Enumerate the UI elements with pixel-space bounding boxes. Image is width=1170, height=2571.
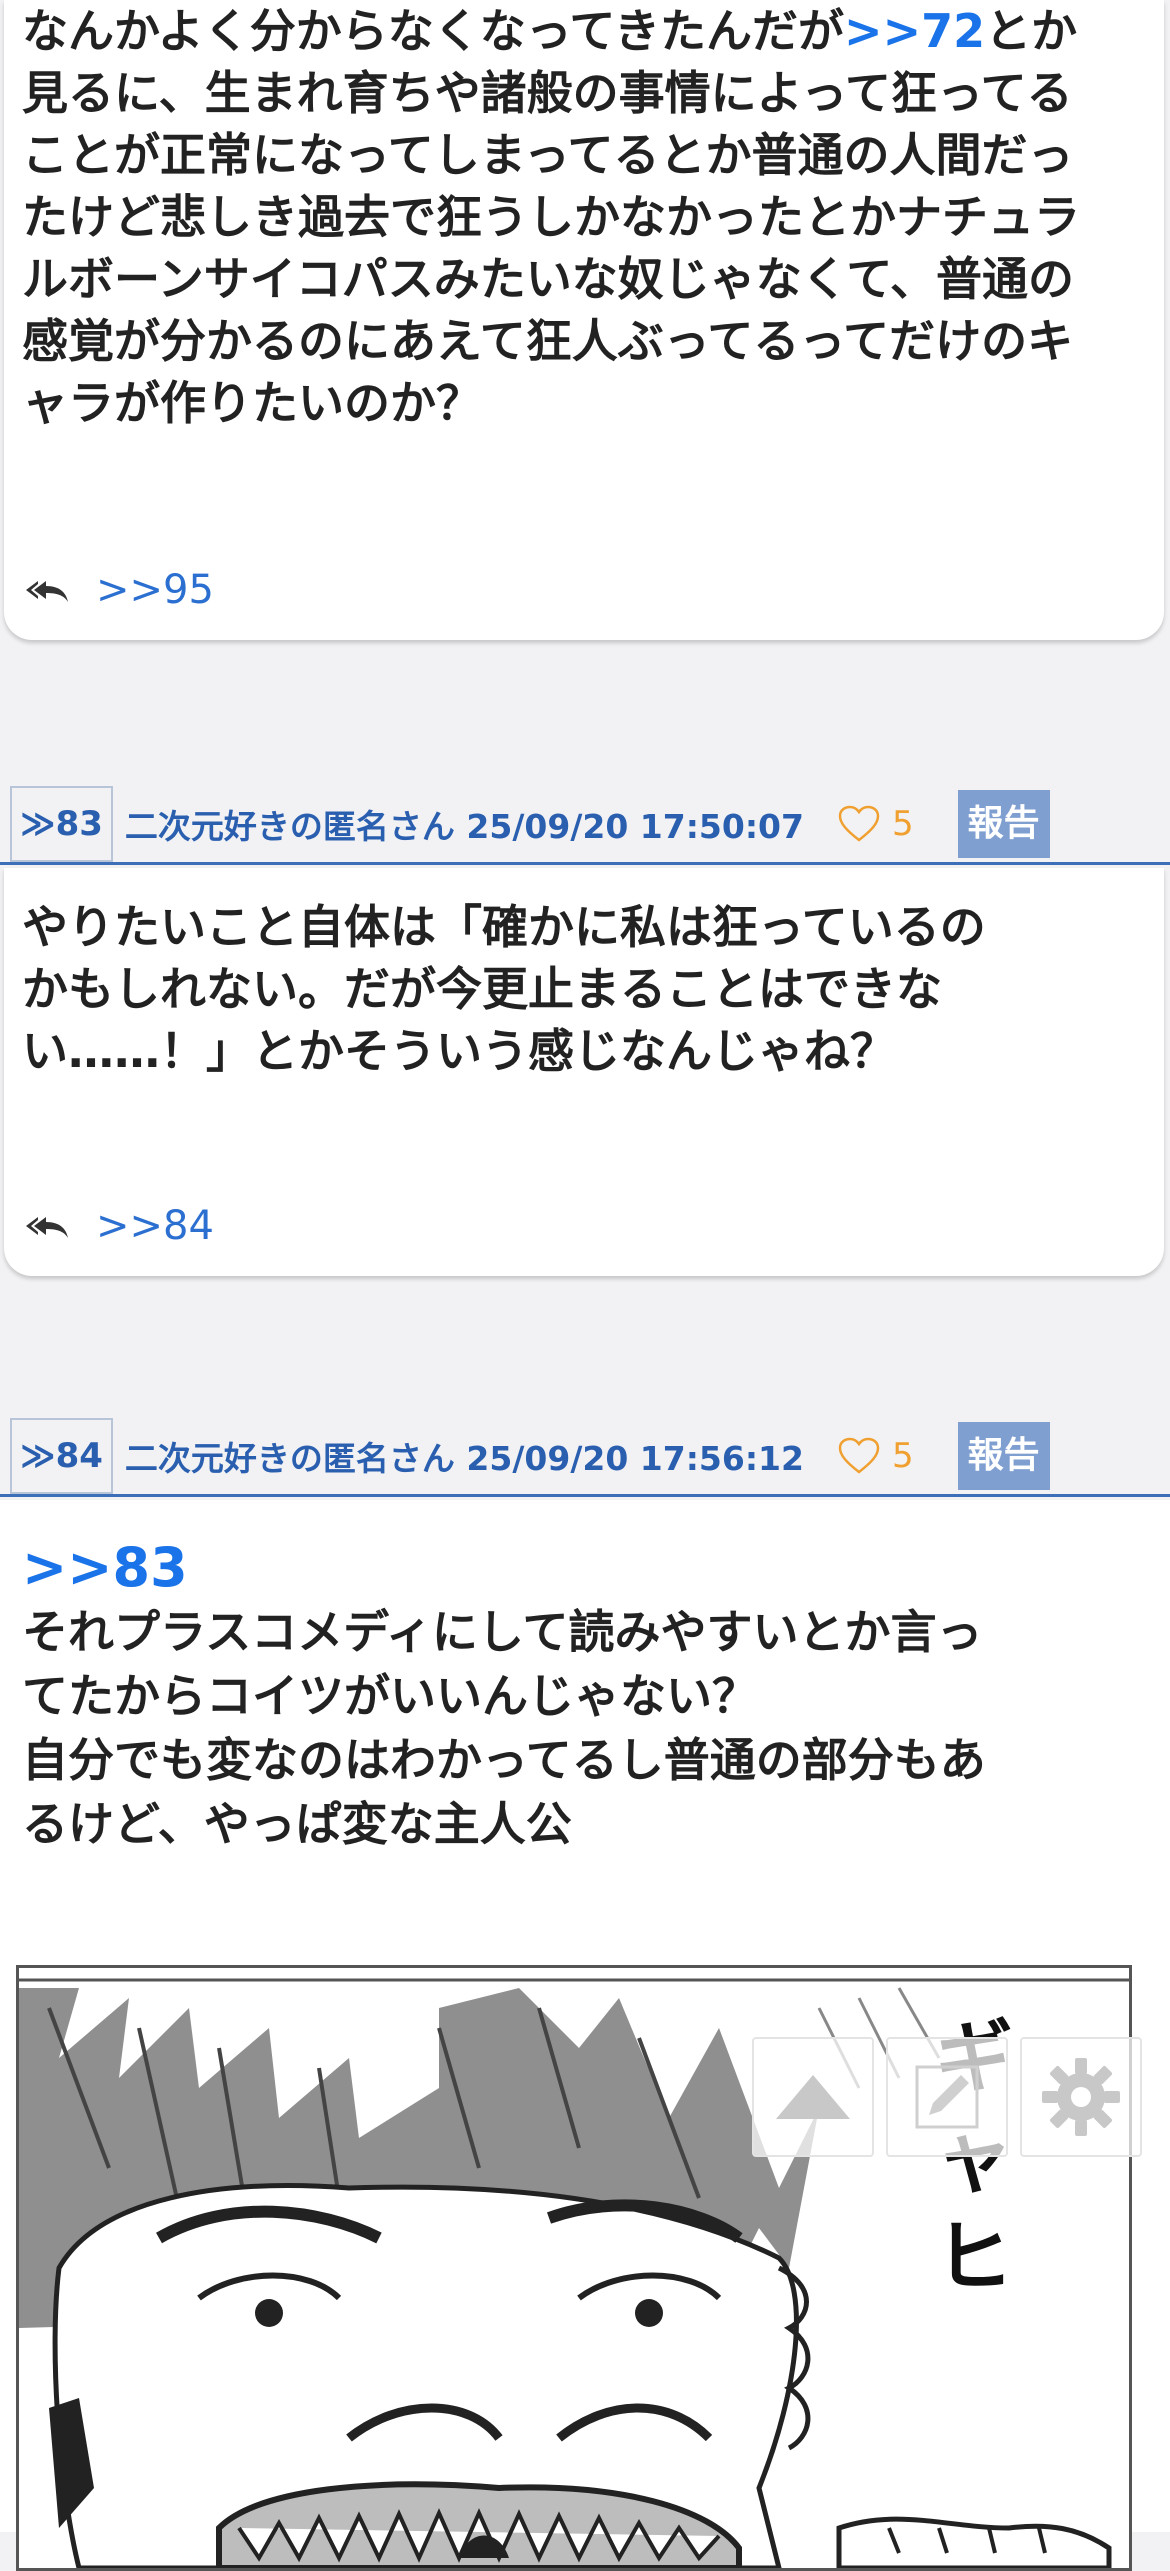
reply-all-icon — [26, 581, 68, 602]
like-button[interactable]: 5 — [838, 1436, 914, 1476]
like-count: 5 — [891, 804, 914, 844]
report-button[interactable]: 報告 — [957, 1422, 1050, 1490]
post-body: それプラスコメディにして読みやすいとか言っ てたからコイツがいいんじゃない？ 自… — [22, 1605, 986, 1851]
edit-icon — [915, 2065, 979, 2129]
post-meta: 二次元好きの匿名さん 25/09/20 17:50:07 — [124, 807, 804, 846]
scroll-top-icon — [776, 2075, 850, 2119]
post-body: なんかよく分からなくなってきたんだが>>72とか 見るに、生まれ育ちや諸般の事情… — [22, 4, 1080, 430]
anchor-link[interactable]: >>83 — [22, 1536, 1150, 1600]
report-button[interactable]: 報告 — [957, 790, 1050, 858]
reply-row: >>84 — [4, 1196, 214, 1256]
post-number[interactable]: ≫83 — [10, 786, 113, 862]
edit-button[interactable] — [886, 2037, 1008, 2157]
post-header-84: ≫84 二次元好きの匿名さん 25/09/20 17:56:12 5 報告 — [0, 1418, 1170, 1497]
post-body: やりたいこと自体は「確かに私は狂っているの かもしれない。だが今更止まることはで… — [22, 900, 986, 1078]
reply-link[interactable]: >>84 — [96, 1203, 214, 1249]
settings-button[interactable] — [1020, 2037, 1142, 2157]
post-header-83: ≫83 二次元好きの匿名さん 25/09/20 17:50:07 5 報告 — [0, 786, 1170, 865]
gear-icon — [1042, 2058, 1120, 2136]
post-number[interactable]: ≫84 — [10, 1418, 113, 1494]
post-card-83: やりたいこと自体は「確かに私は狂っているの かもしれない。だが今更止まることはで… — [4, 868, 1164, 1276]
post-card-top: なんかよく分からなくなってきたんだが>>72とか 見るに、生まれ育ちや諸般の事情… — [4, 0, 1164, 640]
like-count: 5 — [891, 1436, 914, 1476]
heart-icon — [838, 1437, 880, 1474]
reply-link[interactable]: >>95 — [96, 567, 214, 613]
like-button[interactable]: 5 — [838, 804, 914, 844]
post-meta: 二次元好きの匿名さん 25/09/20 17:56:12 — [124, 1439, 804, 1478]
scroll-top-button[interactable] — [752, 2037, 874, 2157]
reply-all-icon — [26, 1217, 68, 1238]
heart-icon — [838, 805, 880, 842]
reply-row: >>95 — [4, 560, 214, 620]
anchor-link[interactable]: >>72 — [844, 4, 985, 58]
